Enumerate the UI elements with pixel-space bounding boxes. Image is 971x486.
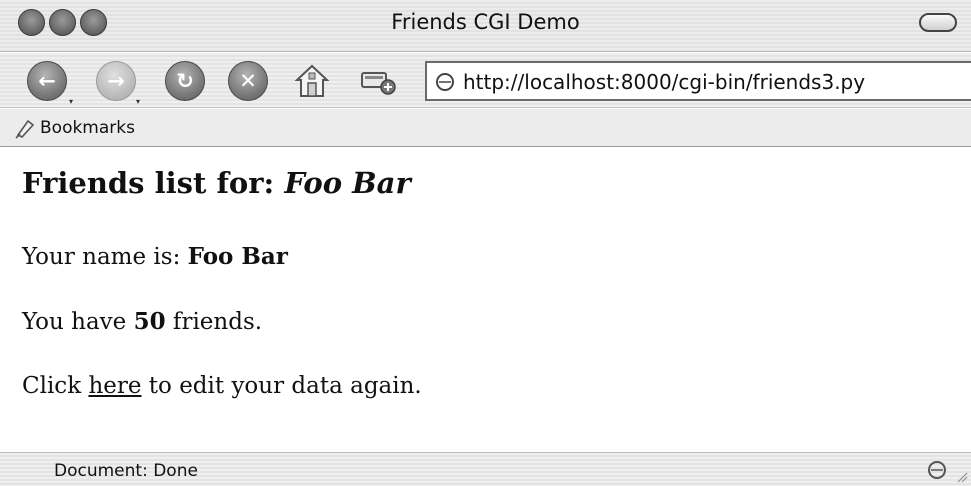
address-bar[interactable]: http://localhost:8000/cgi-bin/friends3.p… [425,61,971,101]
resize-grip-icon[interactable] [956,471,968,483]
click-prefix: Click [22,373,89,399]
edit-line: Click here to edit your data again. [22,373,422,399]
new-tab-icon [361,72,396,95]
toolbar-toggle-button[interactable] [919,13,957,32]
back-arrow-icon: ← [38,69,56,93]
heading-prefix: Friends list for: [22,166,285,200]
globe-icon [436,73,454,91]
url-text[interactable]: http://localhost:8000/cgi-bin/friends3.p… [463,70,865,94]
forward-arrow-icon: → [107,69,125,93]
status-bar: Document: Done [0,452,971,486]
name-prefix: Your name is: [22,244,188,270]
bookmark-icon [15,119,35,139]
page-content: Friends list for: Foo Bar Your name is: … [0,148,971,442]
home-button[interactable] [294,63,330,99]
forward-button[interactable]: → [96,61,136,101]
heading-name: Foo Bar [284,166,411,200]
click-suffix: to edit your data again. [141,373,422,399]
name-value: Foo Bar [187,243,288,270]
friends-line: You have 50 friends. [22,308,262,335]
status-text: Document: Done [54,461,198,481]
reload-button[interactable]: ↻ [165,61,205,101]
stop-icon: ✕ [239,69,257,93]
title-bar: Friends CGI Demo [0,0,971,52]
back-history-dropdown-icon[interactable]: ▾ [69,97,73,106]
bookmarks-menu[interactable]: Bookmarks [40,118,135,138]
navigation-toolbar: ← ▾ → ▾ ↻ ✕ http://localhost:8000/cgi-bi… [0,53,971,108]
reload-icon: ↻ [176,69,194,93]
connection-status-icon [928,461,946,479]
bookmarks-bar: Bookmarks [0,109,971,147]
edit-data-link[interactable]: here [88,373,141,399]
friends-suffix: friends. [165,309,263,335]
back-button[interactable]: ← [27,61,67,101]
stop-button[interactable]: ✕ [228,61,268,101]
page-heading: Friends list for: Foo Bar [22,166,411,200]
browser-window: Friends CGI Demo ← ▾ → ▾ ↻ ✕ http://loca… [0,0,971,486]
friends-count: 50 [133,308,166,335]
friends-prefix: You have [22,309,134,335]
home-icon [294,64,330,97]
new-tab-button[interactable] [360,67,398,97]
name-line: Your name is: Foo Bar [22,243,288,270]
forward-history-dropdown-icon[interactable]: ▾ [136,97,140,106]
window-title: Friends CGI Demo [391,10,580,34]
